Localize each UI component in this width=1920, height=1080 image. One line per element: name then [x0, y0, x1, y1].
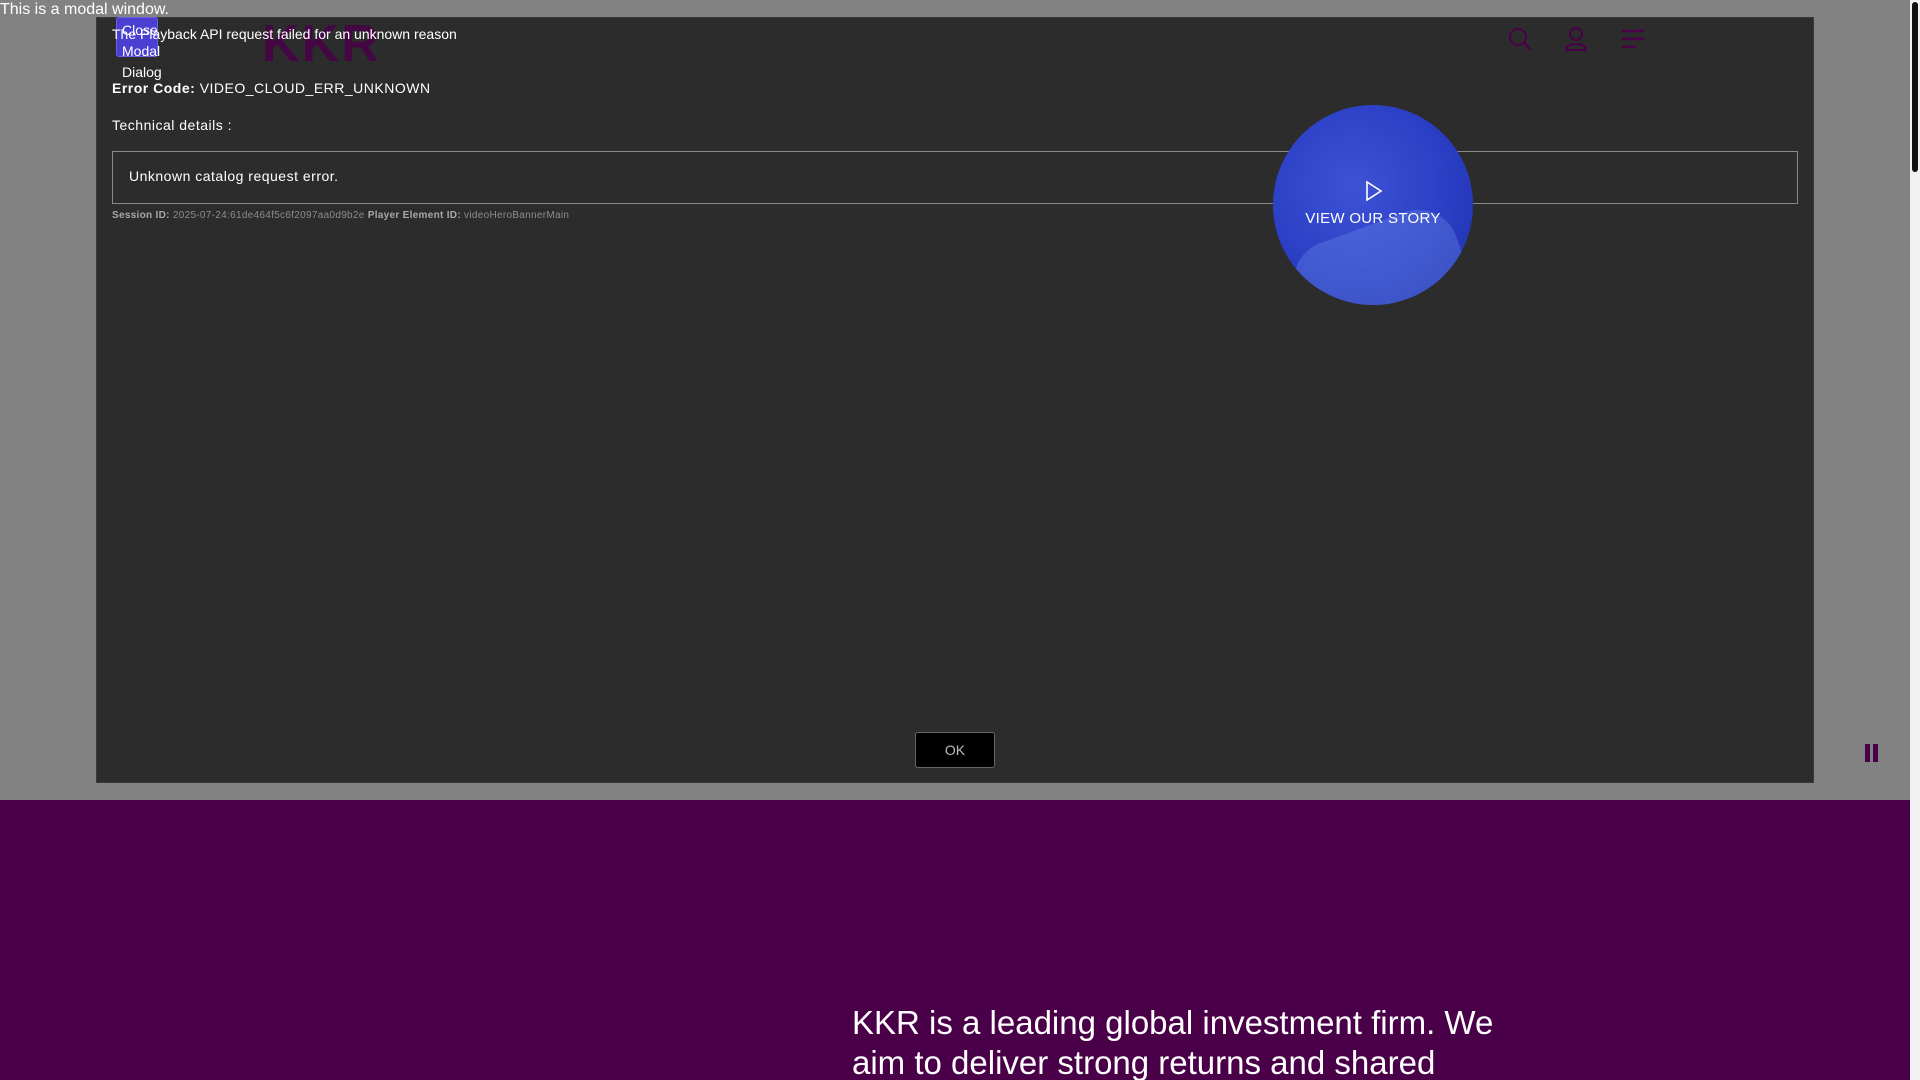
pause-icon[interactable] [1864, 744, 1882, 764]
menu-icon[interactable] [1618, 24, 1648, 54]
error-code: Error Code: VIDEO_CLOUD_ERR_UNKNOWN [112, 80, 431, 96]
technical-details-label: Technical details : [112, 117, 233, 133]
error-message: The Playback API request failed for an u… [112, 26, 457, 42]
kkr-logo[interactable]: KKR [262, 14, 381, 74]
view-our-story-label: VIEW OUR STORY [1305, 210, 1441, 227]
play-icon [1366, 180, 1383, 202]
view-our-story-button[interactable]: VIEW OUR STORY [1273, 105, 1473, 305]
error-code-label: Error Code: [112, 80, 196, 96]
session-id-label: Session ID: [112, 210, 170, 221]
session-id-value: 2025-07-24:61de464f5c6f2097aa0d9b2e [172, 210, 365, 221]
ok-button[interactable]: OK [915, 732, 995, 768]
player-element-value: videoHeroBannerMain [464, 210, 570, 221]
technical-details-box: Unknown catalog request error. [112, 151, 1798, 204]
player-element-label: Player Element ID: [367, 210, 461, 221]
search-icon[interactable] [1505, 24, 1535, 54]
user-icon[interactable] [1561, 24, 1591, 54]
hero-video: This is a modal window. KKR Close Modal … [0, 0, 1910, 800]
session-info: Session ID: 2025-07-24:61de464f5c6f2097a… [112, 210, 569, 221]
error-code-value: VIDEO_CLOUD_ERR_UNKNOWN [199, 80, 431, 96]
error-modal [96, 17, 1814, 783]
page-scrollbar[interactable] [1910, 0, 1920, 1080]
intro-text: KKR is a leading global investment firm.… [852, 1004, 1494, 1080]
scrollbar-thumb[interactable] [1912, 2, 1918, 172]
